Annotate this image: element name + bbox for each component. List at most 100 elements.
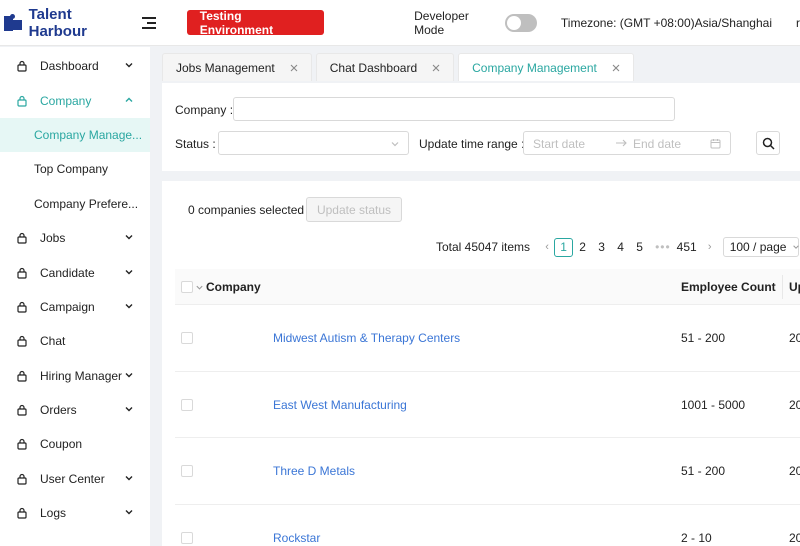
sidebar-item-logs[interactable]: Logs: [0, 496, 150, 530]
sidebar-item-orders[interactable]: Orders: [0, 393, 150, 427]
row-checkbox[interactable]: [181, 505, 193, 546]
sidebar-item-jobs[interactable]: Jobs: [0, 221, 150, 255]
row-checkbox[interactable]: [181, 305, 193, 371]
sidebar-item-label: Chat: [40, 334, 66, 349]
lock-icon: [17, 336, 27, 347]
company-link[interactable]: Midwest Autism & Therapy Centers: [273, 305, 460, 371]
puzzle-logo-icon: [2, 13, 23, 32]
developer-mode-toggle[interactable]: [504, 13, 537, 32]
chevron-up-icon: [125, 97, 133, 102]
company-search-input[interactable]: [233, 97, 675, 121]
employee-count: 1001 - 5000: [681, 397, 746, 412]
close-icon[interactable]: [289, 63, 299, 73]
brand-name: Talent Harbour: [28, 5, 87, 40]
tab-chat-dashboard[interactable]: Chat Dashboard: [315, 53, 455, 81]
page-ellipsis[interactable]: •••: [655, 240, 671, 254]
close-icon[interactable]: [431, 63, 441, 73]
sidebar-item-campaign[interactable]: Campaign: [0, 290, 150, 324]
tab-label: Chat Dashboard: [329, 60, 418, 75]
sidebar-item-label: Dashboard: [40, 59, 99, 74]
table-row: Three D Metals 51 - 200 20: [175, 438, 800, 505]
sidebar-item-dashboard[interactable]: Dashboard: [0, 49, 150, 83]
filter-panel: Company : Status : Update time range : S…: [162, 83, 800, 171]
user-menu[interactable]: r: [796, 16, 800, 30]
lock-icon: [17, 267, 27, 279]
company-link[interactable]: Three D Metals: [273, 438, 355, 504]
company-link[interactable]: East West Manufacturing: [273, 372, 407, 438]
page-1[interactable]: 1: [554, 237, 574, 257]
date-range-picker[interactable]: Start date End date: [523, 131, 731, 155]
select-all-checkbox[interactable]: [181, 269, 193, 305]
lock-icon: [17, 439, 27, 451]
column-header-company[interactable]: Company: [206, 269, 261, 305]
updated-time: 20: [789, 530, 800, 545]
sidebar-subitem-company-preference[interactable]: Company Prefere...: [0, 187, 150, 221]
close-icon[interactable]: [611, 63, 621, 73]
tab-label: Jobs Management: [176, 60, 275, 75]
sidebar-item-chat[interactable]: Chat: [0, 324, 150, 358]
chevron-down-icon: [125, 475, 133, 481]
row-checkbox[interactable]: [181, 372, 193, 438]
brand-logo[interactable]: Talent Harbour: [2, 6, 128, 40]
tab-jobs-management[interactable]: Jobs Management: [162, 53, 312, 81]
column-header-updated[interactable]: Up: [789, 269, 800, 305]
sidebar-item-label: Hiring Manager: [40, 368, 123, 383]
page-4[interactable]: 4: [611, 238, 630, 257]
sidebar-item-candidate[interactable]: Candidate: [0, 255, 150, 289]
next-page-icon[interactable]: ›: [703, 238, 717, 257]
environment-badge[interactable]: Testing Environment: [186, 9, 325, 37]
sidebar: Dashboard Company Company Manage... Top …: [0, 47, 150, 546]
chevron-down-icon: [125, 63, 133, 68]
table-row: Midwest Autism & Therapy Centers 51 - 20…: [175, 305, 800, 372]
page-last[interactable]: 451: [677, 238, 697, 257]
tab-company-management[interactable]: Company Management: [458, 53, 634, 81]
status-select[interactable]: [218, 131, 409, 155]
time-range-label: Update time range :: [419, 137, 525, 151]
collapse-menu-icon[interactable]: [141, 16, 156, 29]
table-row: Rockstar 2 - 10 20: [175, 505, 800, 546]
company-link[interactable]: Rockstar: [273, 505, 320, 546]
top-header: Talent Harbour Testing Environment Devel…: [0, 0, 800, 46]
chevron-down-icon: [125, 372, 133, 378]
update-status-button[interactable]: Update status: [306, 197, 402, 222]
total-items: Total 45047 items: [436, 240, 531, 254]
prev-page-icon[interactable]: ‹: [540, 238, 554, 257]
lock-icon: [17, 508, 27, 519]
search-button[interactable]: [756, 131, 780, 155]
page-size-select[interactable]: 100 / page: [722, 237, 800, 257]
lock-icon: [17, 473, 27, 485]
status-filter-label: Status :: [175, 137, 216, 151]
sidebar-item-label: Campaign: [40, 299, 95, 314]
employee-count: 51 - 200: [681, 464, 726, 478]
sidebar-item-company[interactable]: Company: [0, 83, 150, 117]
tab-label: Company Management: [472, 60, 597, 75]
sidebar-subitem-top-company[interactable]: Top Company: [0, 152, 150, 186]
row-checkbox[interactable]: [181, 438, 193, 504]
sidebar-item-label: Company: [40, 93, 92, 108]
table-header: Company Employee Count Up: [175, 269, 800, 305]
lock-icon: [17, 61, 27, 72]
lock-icon: [17, 405, 27, 416]
search-icon: [762, 137, 775, 150]
page-5[interactable]: 5: [630, 238, 649, 257]
employee-count: 51 - 200: [681, 331, 726, 345]
sidebar-item-label: Logs: [40, 506, 67, 521]
page-2[interactable]: 2: [573, 238, 592, 257]
timezone-display[interactable]: Timezone: (GMT +08:00)Asia/Shanghai: [561, 16, 772, 30]
sidebar-item-hiring-manager[interactable]: Hiring Manager: [0, 359, 150, 393]
end-date-input[interactable]: End date: [633, 137, 681, 151]
chevron-down-icon: [391, 142, 399, 147]
selected-count: 0 companies selected: [188, 203, 305, 217]
start-date-input[interactable]: Start date: [533, 137, 585, 151]
page-3[interactable]: 3: [592, 238, 611, 257]
sidebar-item-label: Jobs: [40, 231, 66, 246]
column-header-employee-count[interactable]: Employee Count: [681, 269, 776, 305]
updated-time: 20: [789, 397, 800, 412]
chevron-down-icon[interactable]: [195, 283, 204, 292]
chevron-down-icon: [125, 407, 133, 412]
sidebar-item-coupon[interactable]: Coupon: [0, 427, 150, 461]
lock-icon: [17, 301, 27, 313]
updated-time: 20: [789, 331, 800, 345]
sidebar-item-user-center[interactable]: User Center: [0, 462, 150, 496]
sidebar-subitem-company-management[interactable]: Company Manage...: [0, 117, 150, 153]
